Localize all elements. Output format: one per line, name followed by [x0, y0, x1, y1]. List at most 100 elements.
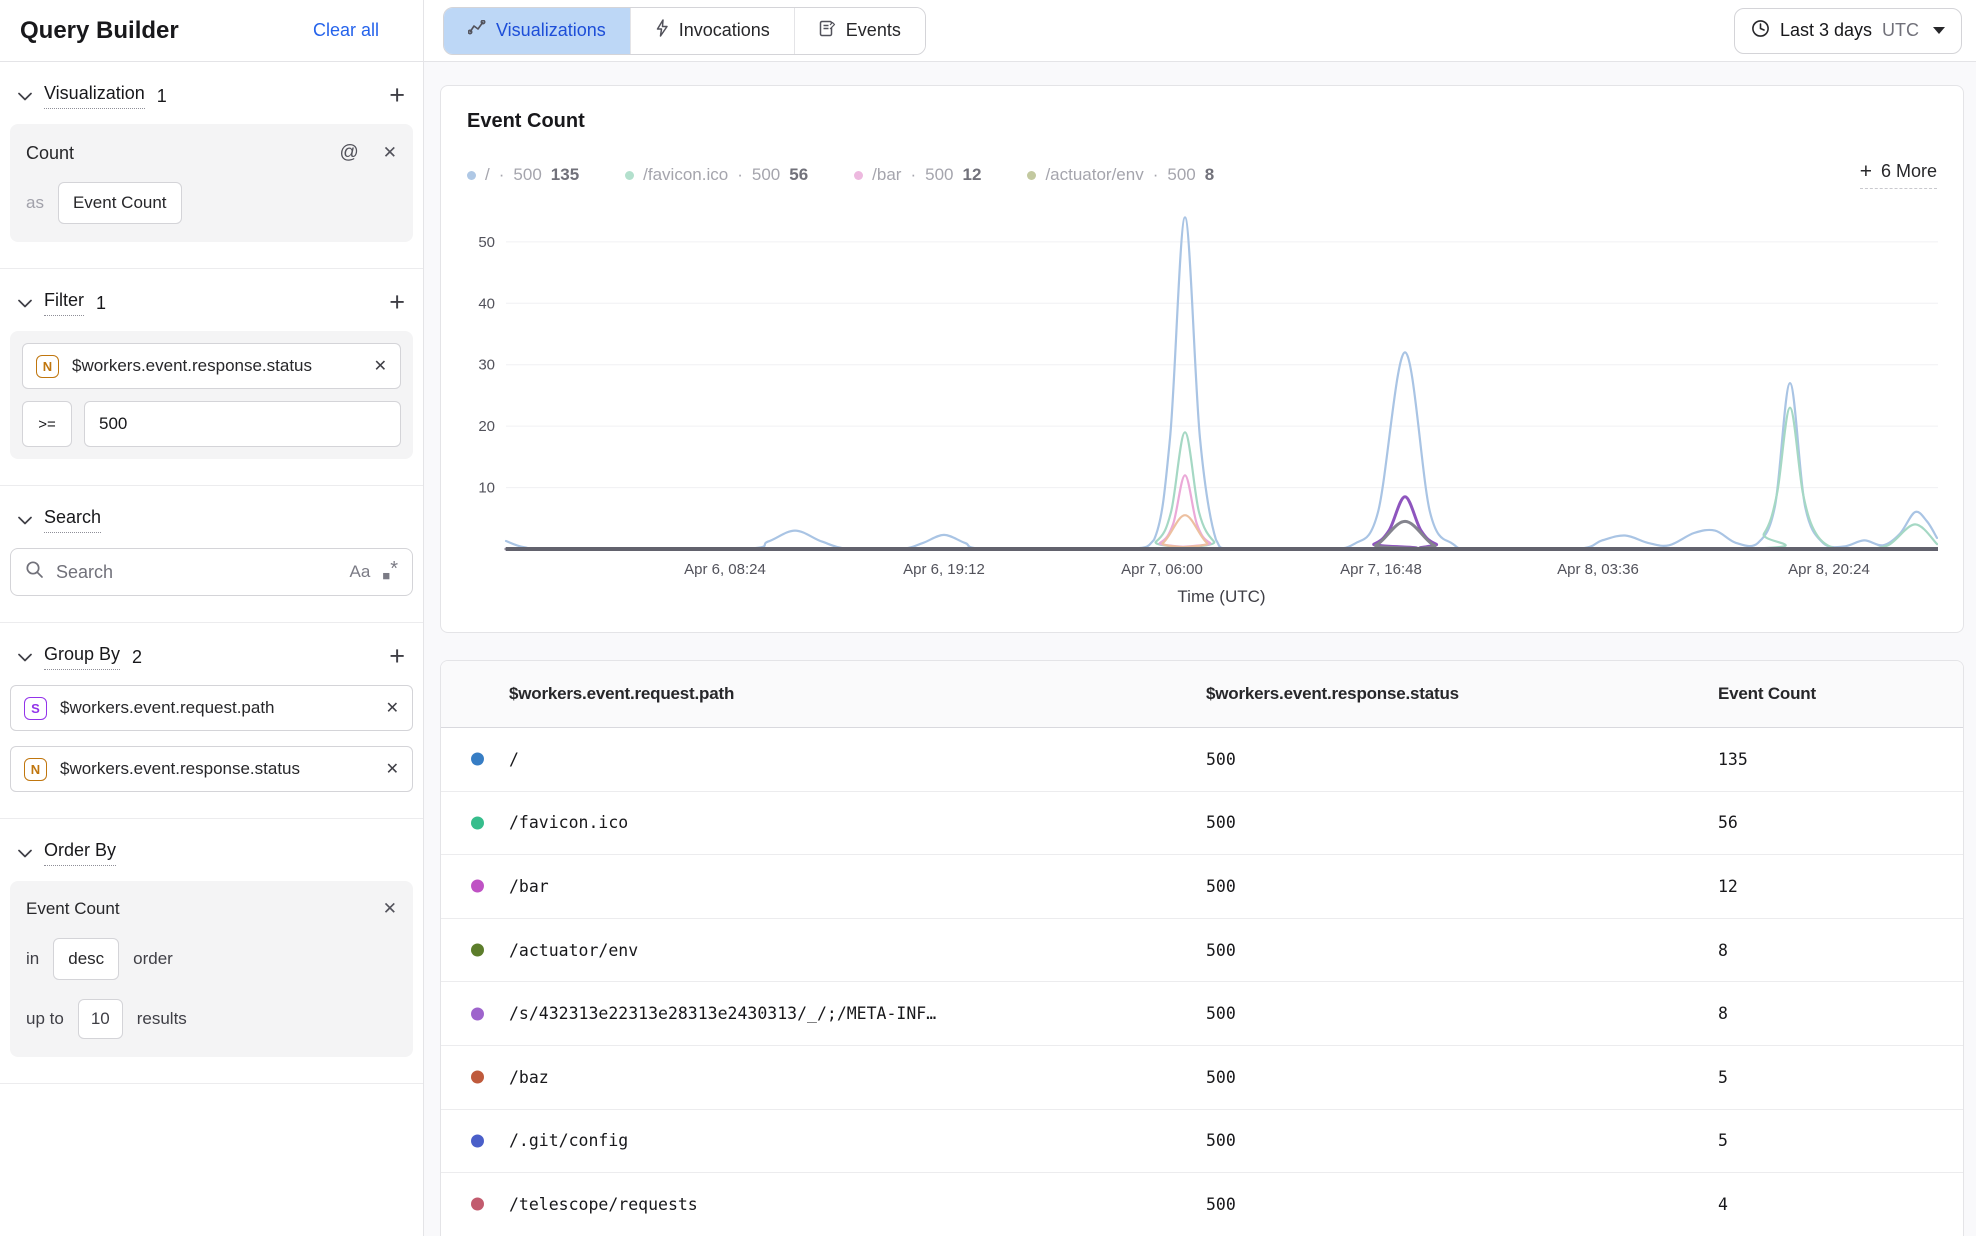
alias-field[interactable]: Event Count	[58, 182, 182, 224]
chevron-down-icon[interactable]	[18, 92, 32, 101]
close-icon[interactable]: ✕	[383, 143, 397, 163]
show-more-series-button[interactable]: + 6 More	[1860, 161, 1937, 189]
svg-text:50: 50	[478, 234, 495, 251]
filter-card: N $workers.event.response.status ✕ >= 50…	[10, 331, 413, 459]
order-by-section: Order By Event Count ✕ in desc order up …	[0, 819, 423, 1084]
chevron-down-icon[interactable]	[18, 299, 32, 308]
visualization-section: Visualization 1 + Count @ ✕ as Event Cou…	[0, 62, 423, 269]
match-case-icon[interactable]: Aa	[350, 562, 371, 582]
table-row[interactable]: /s/432313e22313e28313e2430313/_/;/META-I…	[441, 982, 1963, 1046]
table-row[interactable]: /actuator/env 500 8	[441, 919, 1963, 983]
regex-icon[interactable]: ■*	[382, 563, 398, 586]
filter-field[interactable]: N $workers.event.response.status ✕	[22, 343, 401, 389]
legend-item[interactable]: /actuator/env · 500 8	[1027, 165, 1214, 185]
search-section-label: Search	[44, 507, 101, 533]
legend-count: 135	[551, 165, 579, 185]
series-color-dot	[471, 1007, 484, 1020]
legend-item[interactable]: /favicon.ico · 500 56	[625, 165, 808, 185]
string-type-icon: S	[24, 697, 47, 720]
cell-status: 500	[1206, 750, 1718, 769]
legend-path: /bar	[872, 165, 901, 185]
legend-path: /favicon.ico	[643, 165, 728, 185]
column-header-count: Event Count	[1718, 684, 1963, 704]
group-by-section-label: Group By	[44, 644, 120, 670]
tab-visualizations[interactable]: Visualizations	[444, 8, 630, 54]
tab-label: Events	[846, 20, 901, 41]
filter-section-label: Filter	[44, 290, 84, 316]
close-icon[interactable]: ✕	[386, 759, 399, 779]
page-title: Query Builder	[20, 17, 179, 45]
legend-item[interactable]: /bar · 500 12	[854, 165, 981, 185]
visualization-count: 1	[157, 86, 167, 107]
cell-path: /baz	[509, 1068, 549, 1087]
search-section: Search Search Aa ■*	[0, 486, 423, 623]
legend-path: /actuator/env	[1045, 165, 1143, 185]
tab-invocations[interactable]: Invocations	[630, 8, 794, 54]
cell-count: 4	[1718, 1195, 1963, 1214]
time-range-label: Last 3 days	[1780, 20, 1872, 41]
table-header-row: $workers.event.request.path $workers.eve…	[441, 661, 1963, 728]
filter-operator-select[interactable]: >=	[22, 401, 72, 447]
svg-text:10: 10	[478, 480, 495, 497]
group-by-section: Group By 2 + S $workers.event.request.pa…	[0, 623, 423, 819]
legend-item[interactable]: / · 500 135	[467, 165, 579, 185]
limit-input[interactable]: 10	[78, 999, 123, 1039]
cell-count: 56	[1718, 813, 1963, 832]
svg-text:20: 20	[478, 418, 495, 435]
table-row[interactable]: /bar 500 12	[441, 855, 1963, 919]
chevron-down-icon[interactable]	[18, 849, 32, 858]
table-row[interactable]: /favicon.ico 500 56	[441, 792, 1963, 856]
main-area: Visualizations Invocations Events Last 3…	[424, 0, 1976, 1236]
cell-count: 5	[1718, 1068, 1963, 1087]
chart-legend: / · 500 135 /favicon.ico · 500 56 /bar ·…	[467, 161, 1937, 189]
clear-all-link[interactable]: Clear all	[313, 20, 379, 41]
legend-separator: ·	[737, 165, 743, 185]
cell-status: 500	[1206, 1004, 1718, 1023]
legend-count: 8	[1205, 165, 1214, 185]
close-icon[interactable]: ✕	[374, 356, 387, 376]
table-row[interactable]: /telescope/requests 500 4	[441, 1173, 1963, 1236]
group-by-field[interactable]: S $workers.event.request.path ✕	[10, 685, 413, 731]
tab-events[interactable]: Events	[794, 8, 925, 54]
add-group-by-button[interactable]: +	[389, 646, 405, 668]
cell-status: 500	[1206, 941, 1718, 960]
filter-field-name: $workers.event.response.status	[72, 356, 312, 376]
series-color-dot	[471, 880, 484, 893]
close-icon[interactable]: ✕	[386, 698, 399, 718]
series-color-dot	[471, 1134, 484, 1147]
chevron-down-icon[interactable]	[18, 653, 32, 662]
svg-text:40: 40	[478, 295, 495, 312]
tab-label: Visualizations	[496, 20, 606, 41]
legend-separator: ·	[499, 165, 505, 185]
cell-status: 500	[1206, 1068, 1718, 1087]
timezone-label: UTC	[1882, 20, 1919, 41]
group-by-field[interactable]: N $workers.event.response.status ✕	[10, 746, 413, 792]
series-color-dot	[471, 753, 484, 766]
add-visualization-button[interactable]: +	[389, 85, 405, 107]
table-row[interactable]: /.git/config 500 5	[441, 1110, 1963, 1174]
series-color-dot	[471, 1071, 484, 1084]
legend-status: 500	[752, 165, 780, 185]
column-header-status: $workers.event.response.status	[1206, 684, 1718, 704]
visualization-section-label: Visualization	[44, 83, 145, 109]
direction-select[interactable]: desc	[53, 938, 119, 980]
search-input[interactable]: Search Aa ■*	[10, 548, 413, 596]
cell-count: 8	[1718, 941, 1963, 960]
visualization-card: Count @ ✕ as Event Count	[10, 124, 413, 242]
chevron-down-icon[interactable]	[18, 516, 32, 525]
view-tabs: Visualizations Invocations Events	[443, 7, 926, 55]
filter-value-input[interactable]: 500	[84, 401, 401, 447]
group-by-field-name: $workers.event.request.path	[60, 698, 275, 718]
at-icon[interactable]: @	[339, 142, 358, 164]
table-row[interactable]: / 500 135	[441, 728, 1963, 792]
search-placeholder: Search	[56, 562, 338, 583]
order-by-section-label: Order By	[44, 840, 116, 866]
time-range-select[interactable]: Last 3 days UTC	[1734, 8, 1962, 54]
add-filter-button[interactable]: +	[389, 292, 405, 314]
legend-status: 500	[513, 165, 541, 185]
legend-dot	[625, 171, 634, 180]
column-header-path: $workers.event.request.path	[441, 684, 1206, 704]
table-row[interactable]: /baz 500 5	[441, 1046, 1963, 1110]
event-count-chart[interactable]: 1020304050Apr 6, 08:24Apr 6, 19:12Apr 7,…	[467, 215, 1938, 587]
close-icon[interactable]: ✕	[383, 899, 397, 919]
